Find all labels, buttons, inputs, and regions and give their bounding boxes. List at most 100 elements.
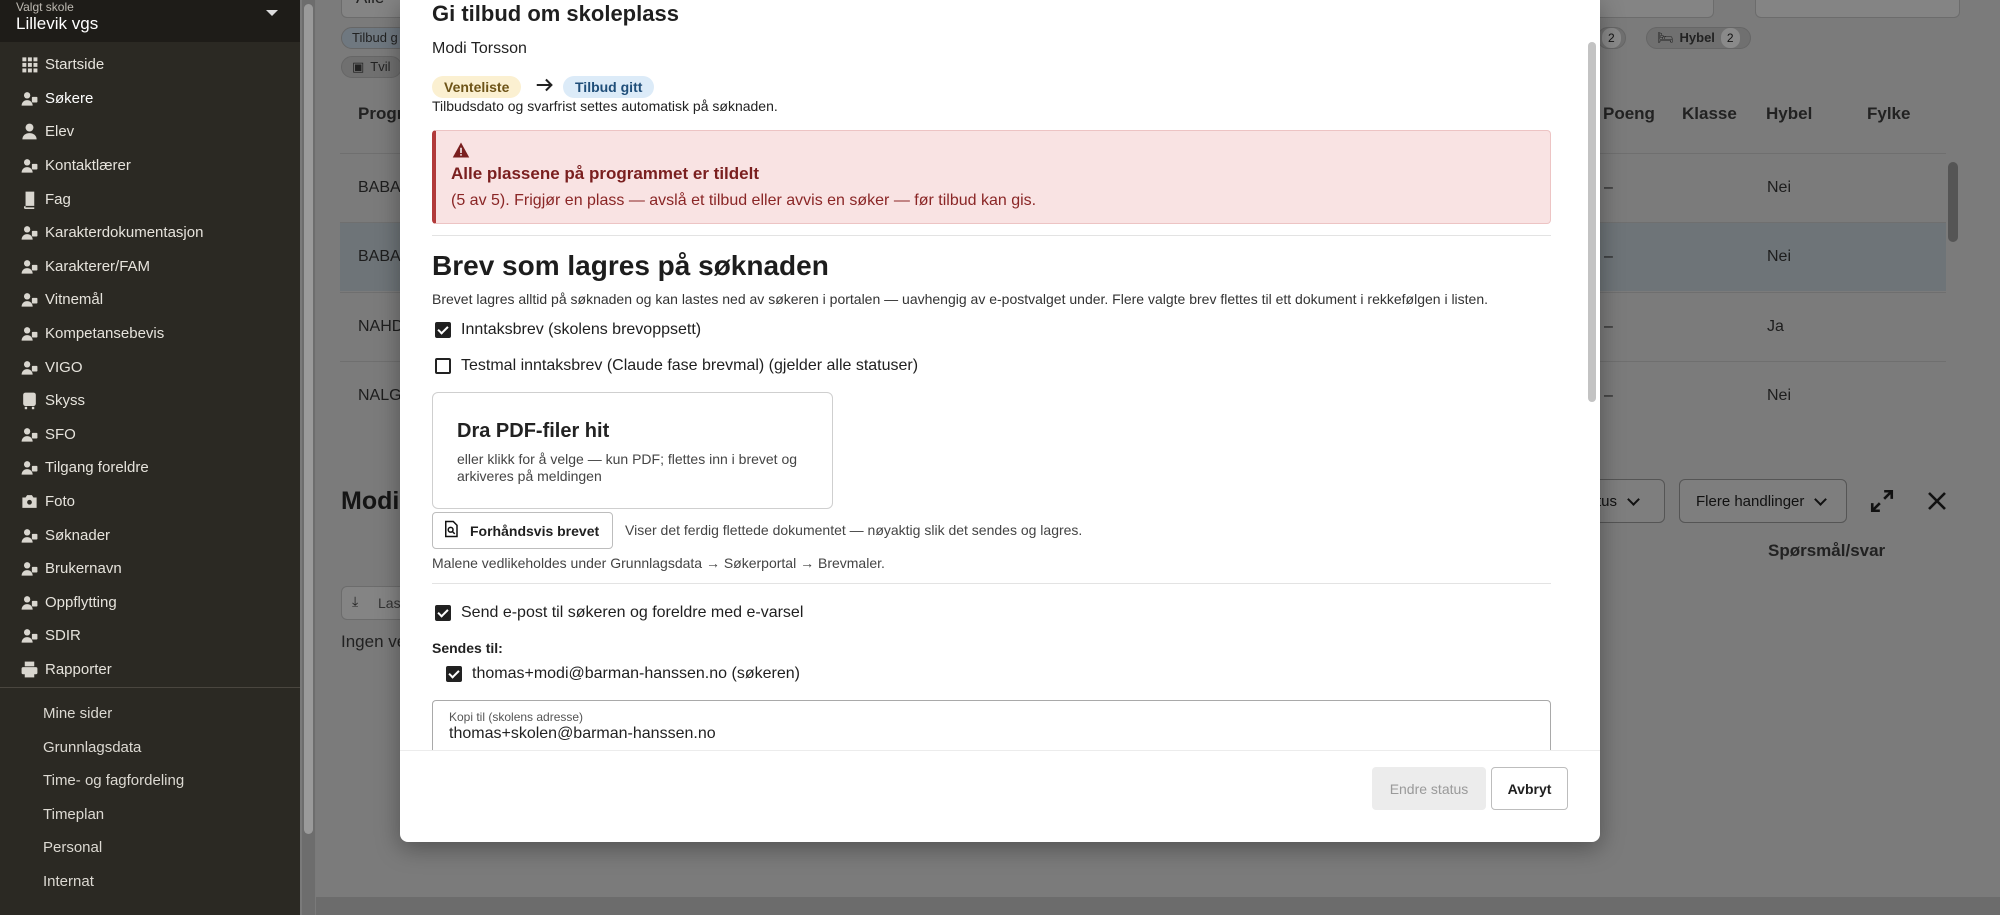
status-button-label: tus (1597, 492, 1618, 510)
sidebar-item-tilgang-foreldre[interactable]: Tilgang foreldre (0, 451, 300, 485)
chip-hybel[interactable]: 🛏 Hybel 2 (1646, 27, 1751, 49)
cell-hybel: Ja (1767, 318, 1784, 335)
cc-input[interactable] (449, 725, 1529, 743)
sidebar-item-label: Tilgang foreldre (45, 459, 149, 477)
child-icon (19, 424, 39, 444)
more-actions-button[interactable]: Flere handlinger (1679, 479, 1847, 523)
sidebar-item-label: Vitnemål (45, 291, 104, 309)
col-header-program[interactable]: Progr (358, 104, 403, 124)
sidebar-item-label: Søkere (45, 89, 94, 107)
sidebar-item-skyss[interactable]: Skyss (0, 384, 300, 418)
book-icon (19, 189, 39, 209)
chip-tvil-label: Tvil (370, 59, 391, 74)
secondary-nav-item[interactable]: Time- og fagfordeling (0, 764, 300, 798)
col-header-fylke[interactable]: Fylke (1867, 104, 1910, 124)
expand-icon[interactable] (1869, 488, 1895, 514)
cc-field[interactable]: Kopi til (skolens adresse) (432, 700, 1551, 750)
institution-icon (19, 626, 39, 646)
chip-tvil[interactable]: ▣ Tvil (341, 56, 402, 78)
sidebar-item-vitnemål[interactable]: Vitnemål (0, 283, 300, 317)
sidebar-item-karakterdokumentasjon[interactable]: Karakterdokumentasjon (0, 216, 300, 250)
col-header-hybel[interactable]: Hybel (1766, 104, 1812, 124)
sidebar-item-brukernavn[interactable]: Brukernavn (0, 552, 300, 586)
toolbar-button-b[interactable] (1755, 0, 1960, 18)
sidebar-scrollbar[interactable] (302, 0, 315, 915)
secondary-nav-item[interactable]: Timeplan (0, 798, 300, 832)
status-badge-to: Tilbud gitt (563, 76, 655, 98)
letters-section-desc: Brevet lagres alltid på søknaden og kan … (432, 291, 1489, 307)
sidebar-item-oppflytting[interactable]: Oppflytting (0, 586, 300, 620)
checkbox-unchecked[interactable] (435, 358, 451, 374)
chevron-down-icon (1627, 492, 1640, 506)
dropzone-text: eller klikk for å velge — kun PDF; flett… (457, 451, 798, 484)
toolbar-button-a[interactable] (1589, 0, 1714, 18)
sidebar-item-label: Brukernavn (45, 560, 122, 578)
dialog-title: Gi tilbud om skoleplass (432, 1, 679, 26)
col-header-klasse[interactable]: Klasse (1682, 104, 1737, 124)
detail-title: Modi (341, 487, 400, 515)
letter-option-inntaksbrev[interactable]: Inntaksbrev (skolens brevoppsett) (435, 321, 701, 339)
secondary-nav-item[interactable]: Personal (0, 831, 300, 865)
sidebar-item-label: Startside (45, 56, 105, 74)
pdf-dropzone[interactable]: Dra PDF-filer hit eller klikk for å velg… (432, 392, 833, 509)
secondary-nav-item[interactable]: Internat (0, 865, 300, 899)
sidebar-item-label: Elev (45, 123, 75, 141)
sidebar-item-label: SDIR (45, 627, 81, 645)
users-gear-icon (19, 88, 39, 108)
sidebar-item-sdir[interactable]: SDIR (0, 619, 300, 653)
sidebar-item-søkere[interactable]: Søkere (0, 82, 300, 116)
send-email-option[interactable]: Send e-post til søkeren og foreldre med … (435, 604, 803, 622)
checkbox-checked[interactable] (435, 605, 451, 621)
chip-count[interactable]: 2 (1597, 27, 1626, 49)
sidebar-item-label: Foto (45, 493, 76, 511)
camera-icon (19, 492, 39, 512)
sidebar-item-kompetansebevis[interactable]: Kompetansebevis (0, 317, 300, 351)
sidebar-item-karakterer-fam[interactable]: Karakterer/FAM (0, 250, 300, 284)
cancel-button[interactable]: Avbryt (1491, 767, 1568, 810)
sidebar-item-rapporter[interactable]: Rapporter (0, 653, 300, 687)
filter-select-value: Alle (356, 0, 384, 8)
secondary-nav-item[interactable]: Mine sider (0, 697, 300, 731)
chip-count-value: 2 (1602, 28, 1621, 48)
sidebar-item-label: Karakterer/FAM (45, 257, 151, 275)
cell-program: BABA (358, 179, 401, 196)
sidebar-scrollbar-thumb[interactable] (304, 4, 313, 834)
recipients-label: Sendes til: (432, 640, 503, 656)
preview-letter-label: Forhåndsvis brevet (470, 522, 600, 539)
sidebar-item-fag[interactable]: Fag (0, 182, 300, 216)
cell-program: NALG (358, 387, 402, 404)
sidebar-item-startside[interactable]: Startside (0, 48, 300, 82)
empty-state-text: Ingen ve (341, 632, 407, 651)
send-email-label: Send e-post til søkeren og foreldre med … (461, 604, 804, 621)
chip-tilbud[interactable]: Tilbud g (341, 27, 409, 49)
document-search-icon (442, 519, 460, 542)
school-selector[interactable]: Valgt skole Lillevik vgs (0, 0, 300, 42)
dropzone-title: Dra PDF-filer hit (457, 420, 610, 442)
recipient-option[interactable]: thomas+modi@barman-hanssen.no (søkeren) (446, 665, 800, 683)
warning-icon (452, 141, 470, 159)
checkbox-checked[interactable] (446, 666, 462, 682)
checkbox-checked[interactable] (435, 322, 451, 338)
cc-field-label: Kopi til (skolens adresse) (449, 710, 584, 724)
table-scrollbar-thumb[interactable] (1948, 162, 1958, 242)
letter-option-testmal[interactable]: Testmal inntaksbrev (Claude fase brevmal… (435, 357, 918, 375)
chip-hybel-count: 2 (1720, 28, 1740, 48)
col-header-poeng[interactable]: Poeng (1603, 104, 1655, 124)
preview-letter-button[interactable]: Forhåndsvis brevet (432, 512, 613, 549)
letter-option-label: Inntaksbrev (skolens brevoppsett) (461, 321, 702, 338)
close-icon[interactable] (1925, 489, 1949, 513)
cell-hybel: Nei (1767, 387, 1792, 404)
sidebar-item-elev[interactable]: Elev (0, 115, 300, 149)
teacher-icon (19, 156, 39, 176)
sidebar-item-sfo[interactable]: SFO (0, 418, 300, 452)
sidebar-item-vigo[interactable]: VIGO (0, 350, 300, 384)
tab-questions-answers[interactable]: Spørsmål/svar (1768, 541, 1885, 561)
dialog-scrollbar-thumb[interactable] (1588, 42, 1596, 402)
sidebar-item-kontaktlærer[interactable]: Kontaktlærer (0, 149, 300, 183)
change-status-button[interactable]: Endre status (1372, 767, 1486, 810)
sidebar-item-foto[interactable]: Foto (0, 485, 300, 519)
sidebar-item-søknader[interactable]: Søknader (0, 518, 300, 552)
preview-note: Viser det ferdig flettede dokumentet — n… (625, 522, 1083, 538)
secondary-nav-item[interactable]: Grunnlagsdata (0, 731, 300, 765)
stairs-icon (19, 592, 39, 612)
